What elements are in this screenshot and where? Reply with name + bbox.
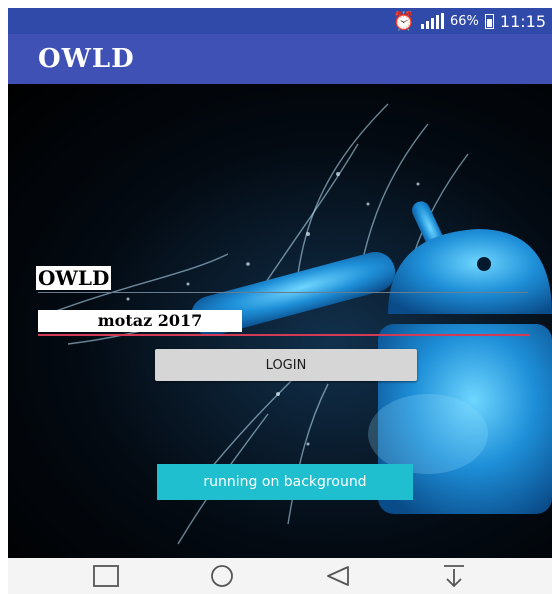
login-button[interactable]: LOGIN xyxy=(155,349,417,381)
alarm-icon: ⏰ xyxy=(392,10,415,32)
signal-icon xyxy=(420,13,444,29)
brand-label: OWLD xyxy=(36,266,112,290)
notifications-down-icon[interactable] xyxy=(439,563,469,589)
username-field-underline[interactable] xyxy=(38,292,528,293)
phone-screen: ⏰ 66% 11:15 OWLD OWLD motaz 2017 LOGIN r… xyxy=(8,8,552,594)
recents-icon[interactable] xyxy=(91,563,121,589)
back-icon[interactable] xyxy=(323,563,353,589)
app-title: OWLD xyxy=(38,44,135,74)
battery-icon xyxy=(484,13,494,29)
password-field[interactable]: motaz 2017 xyxy=(38,310,242,332)
home-icon[interactable] xyxy=(207,563,237,589)
app-bar: OWLD xyxy=(8,34,552,84)
password-field-underline xyxy=(38,334,530,336)
running-on-background-button[interactable]: running on background xyxy=(157,464,413,500)
navigation-bar xyxy=(8,558,552,594)
status-time: 11:15 xyxy=(499,11,546,31)
battery-percent: 66% xyxy=(449,13,479,29)
status-bar: ⏰ 66% 11:15 xyxy=(8,8,552,34)
login-content: OWLD motaz 2017 LOGIN running on backgro… xyxy=(8,84,552,558)
